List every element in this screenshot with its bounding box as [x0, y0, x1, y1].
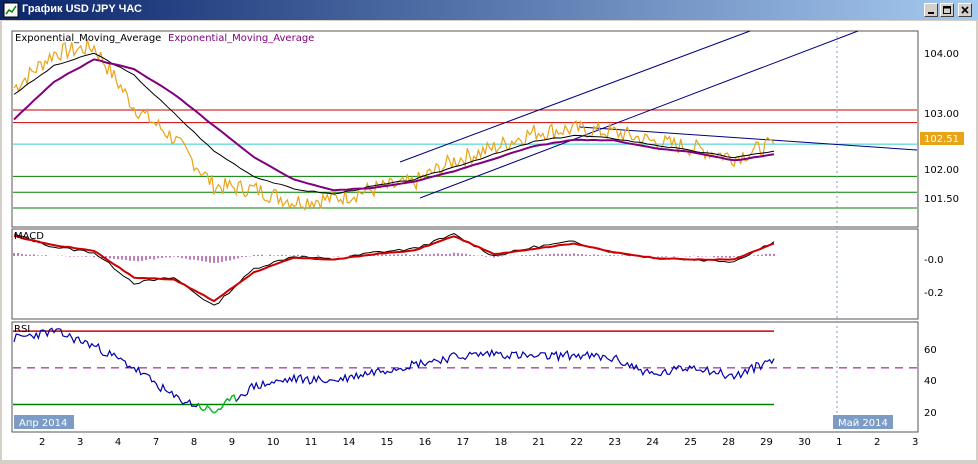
- close-button[interactable]: [958, 3, 972, 17]
- current-price-label: 102.51: [924, 134, 959, 145]
- restore-icon: [943, 6, 951, 14]
- rsi-panel: [11, 321, 919, 433]
- macd-panel: [11, 228, 919, 320]
- x-tick-label: 1: [836, 437, 842, 448]
- x-tick-label: 23: [608, 437, 621, 448]
- ema-legend-slow: Exponential_Moving_Average: [168, 33, 314, 44]
- price-tick: 104.00: [924, 49, 959, 60]
- window-title: График USD /JPY ЧАС: [22, 3, 142, 15]
- x-tick-label: 15: [381, 437, 394, 448]
- x-tick-label: 4: [115, 437, 121, 448]
- price-tick: 102.00: [924, 165, 959, 176]
- month-label-may: Май 2014: [838, 418, 888, 429]
- restore-button[interactable]: [940, 3, 954, 17]
- rsi-tick: 60: [924, 345, 937, 356]
- title-bar: График USD /JPY ЧАС: [0, 0, 978, 20]
- price-tick: 101.50: [924, 194, 959, 205]
- x-tick-label: 14: [343, 437, 356, 448]
- x-tick-label: 24: [646, 437, 659, 448]
- minimize-icon: [928, 12, 934, 14]
- x-tick-label: 22: [570, 437, 583, 448]
- x-tick-label: 3: [912, 437, 918, 448]
- macd-tick: -0.2: [924, 288, 944, 299]
- price-tick: 103.00: [924, 109, 959, 120]
- chart-window: 104.00 103.00 102.00 101.50 -0.0 -0.2 60…: [2, 21, 976, 460]
- x-tick-label: 30: [798, 437, 811, 448]
- x-tick-label: 9: [229, 437, 235, 448]
- x-tick-label: 3: [77, 437, 83, 448]
- chart-window-icon: [3, 2, 19, 18]
- x-tick-label: 10: [267, 437, 280, 448]
- x-axis-labels: 2 3 4 7 8 9 10 11 14 15 16 17 18 21 22 23 24 25 28 29 30 1 2 3: [39, 437, 918, 448]
- minimize-button[interactable]: [924, 3, 938, 17]
- x-tick-label: 25: [684, 437, 697, 448]
- x-tick-label: 2: [874, 437, 880, 448]
- x-tick-label: 18: [494, 437, 507, 448]
- y-axis-ticks: 104.00 103.00 102.00 101.50 -0.0 -0.2 60…: [924, 49, 959, 419]
- x-tick-label: 28: [722, 437, 735, 448]
- rsi-tick: 20: [924, 408, 937, 419]
- x-tick-label: 16: [419, 437, 432, 448]
- macd-tick: -0.0: [924, 255, 944, 266]
- x-tick-label: 29: [760, 437, 773, 448]
- x-tick-label: 7: [153, 437, 159, 448]
- rsi-tick: 40: [924, 376, 937, 387]
- month-label-apr: Апр 2014: [19, 418, 67, 429]
- x-tick-label: 8: [191, 437, 197, 448]
- x-tick-label: 2: [39, 437, 45, 448]
- macd-label: MACD: [14, 231, 44, 242]
- x-tick-label: 21: [532, 437, 545, 448]
- x-tick-label: 11: [305, 437, 318, 448]
- close-icon: [961, 6, 969, 14]
- rsi-label: RSI: [14, 324, 30, 335]
- chart-canvas: 104.00 103.00 102.00 101.50 -0.0 -0.2 60…: [11, 30, 964, 448]
- ema-legend-fast: Exponential_Moving_Average: [15, 33, 161, 44]
- x-tick-label: 17: [457, 437, 470, 448]
